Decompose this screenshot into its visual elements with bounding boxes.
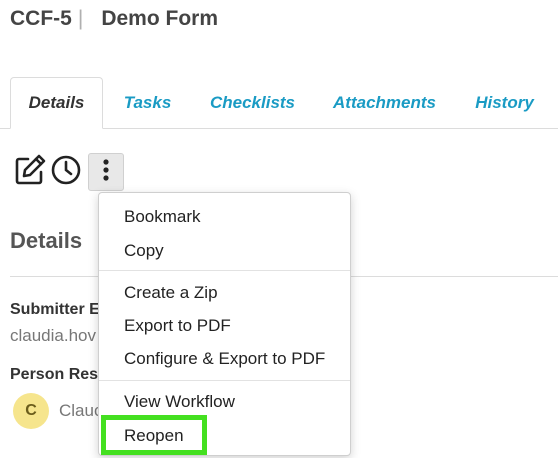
tab-details[interactable]: Details [10, 77, 103, 129]
header-separator: | [77, 7, 84, 30]
page-header: CCF-5 | Demo Form [10, 6, 218, 32]
form-name: Demo Form [101, 7, 218, 30]
history-button[interactable] [48, 153, 84, 191]
tab-history[interactable]: History [462, 77, 547, 129]
submitter-value: claudia.hov [10, 326, 97, 345]
menu-item-export-pdf[interactable]: Export to PDF [99, 310, 350, 342]
form-id: CCF-5 [10, 7, 72, 30]
menu-item-bookmark[interactable]: Bookmark [99, 201, 350, 233]
toolbar [12, 152, 124, 192]
tab-tasks[interactable]: Tasks [110, 77, 185, 129]
more-actions-button[interactable] [88, 153, 124, 191]
person-responsible-name: Clauc [59, 401, 103, 420]
menu-divider [99, 380, 350, 381]
menu-item-create-zip[interactable]: Create a Zip [99, 277, 350, 309]
tab-bar: Details Tasks Checklists Attachments His… [0, 77, 558, 129]
menu-divider [99, 270, 350, 271]
edit-button[interactable] [12, 153, 48, 191]
menu-item-configure-export-pdf[interactable]: Configure & Export to PDF [99, 343, 350, 375]
menu-item-copy[interactable]: Copy [99, 235, 350, 267]
submitter-label: Submitter E [10, 301, 100, 318]
clock-icon [50, 154, 82, 191]
menu-item-reopen[interactable]: Reopen [99, 420, 350, 452]
section-title: Details [10, 228, 83, 253]
avatar: C [13, 393, 49, 429]
menu-item-view-workflow[interactable]: View Workflow [99, 386, 350, 418]
more-actions-menu: Bookmark Copy Create a Zip Export to PDF… [98, 192, 351, 456]
tab-checklists[interactable]: Checklists [200, 77, 305, 129]
edit-icon [13, 153, 47, 192]
person-responsible-label: Person Res [10, 366, 99, 383]
more-vertical-icon [102, 158, 110, 187]
tab-attachments[interactable]: Attachments [322, 77, 447, 129]
